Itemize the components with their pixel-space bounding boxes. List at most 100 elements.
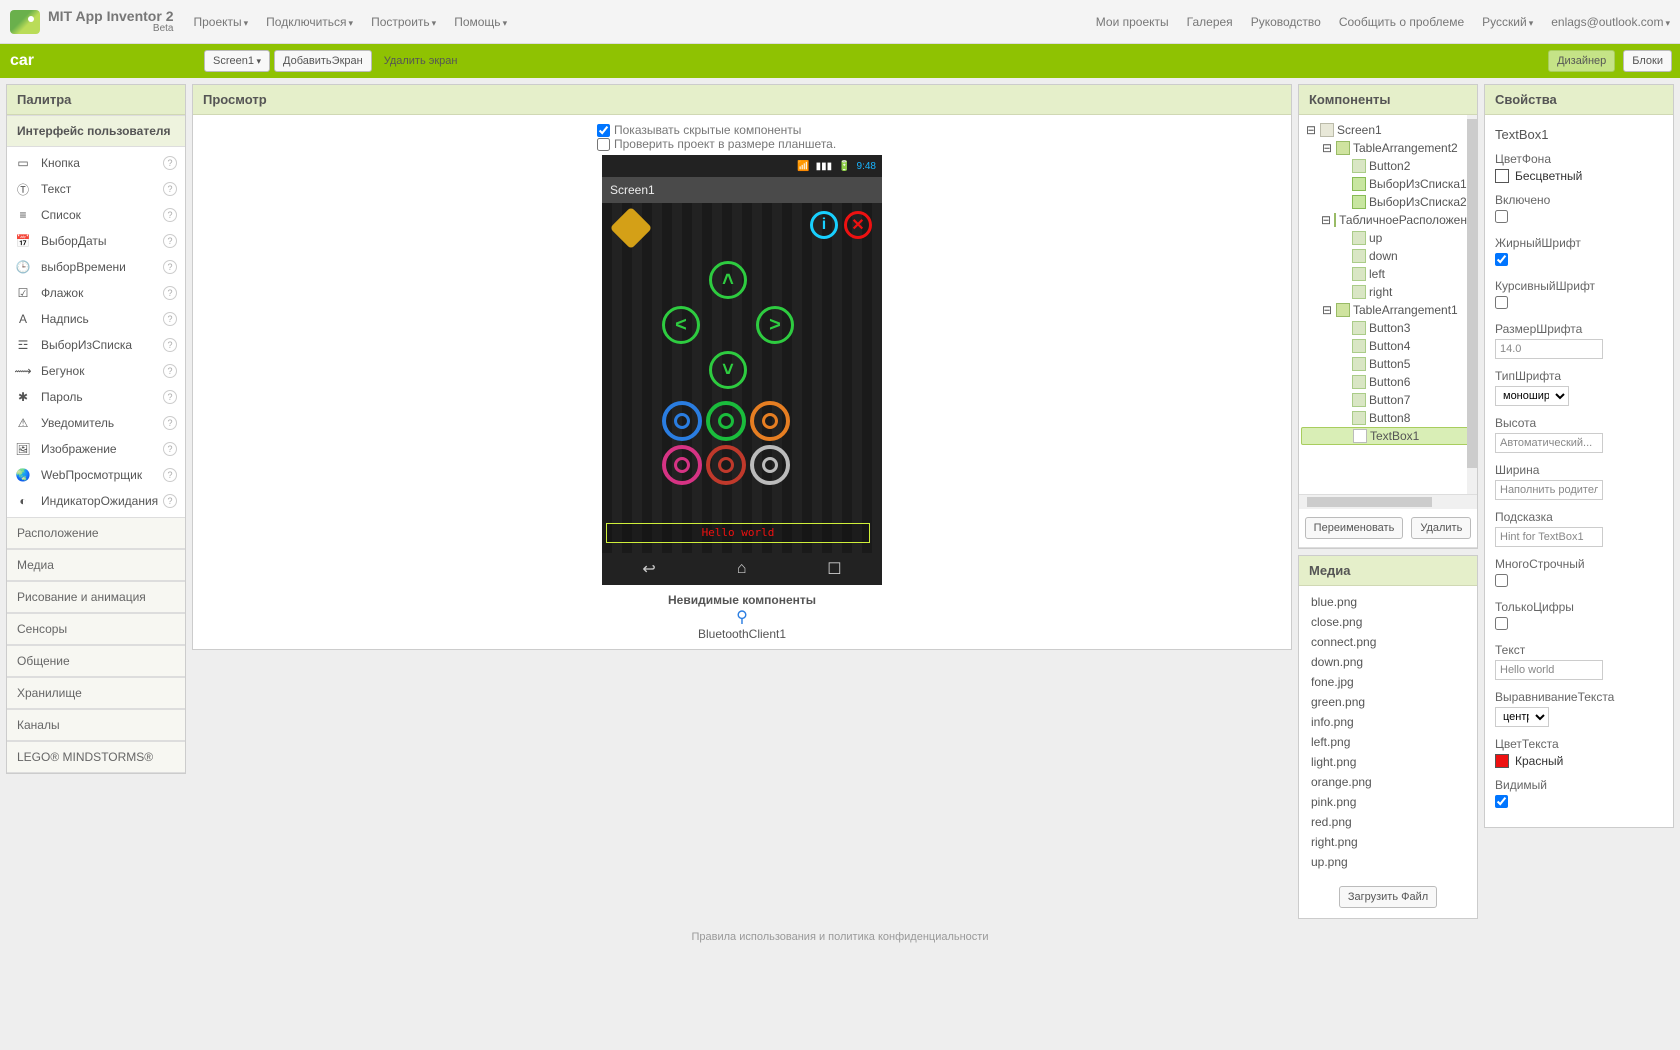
- palette-category-1[interactable]: Медиа: [7, 549, 185, 581]
- menu-report[interactable]: Сообщить о проблеме: [1339, 15, 1464, 29]
- connect-button-preview[interactable]: [610, 207, 652, 249]
- down-button-preview[interactable]: ˅: [709, 351, 747, 389]
- right-button-preview[interactable]: ˃: [756, 306, 794, 344]
- media-file-3[interactable]: down.png: [1311, 652, 1465, 672]
- palette-item-2[interactable]: ≡Список?: [7, 202, 185, 228]
- tree-node-5[interactable]: ⊟ТабличноеРасположение1: [1301, 211, 1475, 229]
- palette-category-5[interactable]: Хранилище: [7, 677, 185, 709]
- help-icon[interactable]: ?: [163, 390, 177, 404]
- screen-select[interactable]: Screen1: [204, 50, 270, 72]
- palette-item-0[interactable]: ▭Кнопка?: [7, 150, 185, 176]
- help-icon[interactable]: ?: [163, 182, 177, 196]
- remove-screen-button[interactable]: Удалить экран: [376, 51, 466, 71]
- palette-item-11[interactable]: 🖼Изображение?: [7, 436, 185, 462]
- prop-bgcolor-value[interactable]: Бесцветный: [1495, 169, 1663, 183]
- color-blue-preview[interactable]: [662, 401, 702, 441]
- footer[interactable]: Правила использования и политика конфиде…: [0, 925, 1680, 949]
- menu-help[interactable]: Помощь▾: [454, 15, 507, 29]
- tree-node-7[interactable]: down: [1301, 247, 1475, 265]
- tree-node-6[interactable]: up: [1301, 229, 1475, 247]
- tree-node-4[interactable]: ВыборИзСписка2: [1301, 193, 1475, 211]
- menu-guide[interactable]: Руководство: [1251, 15, 1321, 29]
- help-icon[interactable]: ?: [163, 208, 177, 222]
- help-icon[interactable]: ?: [163, 442, 177, 456]
- prop-bold-checkbox[interactable]: [1495, 253, 1508, 266]
- palette-category-0[interactable]: Расположение: [7, 517, 185, 549]
- menu-account[interactable]: enlags@outlook.com▾: [1551, 15, 1670, 29]
- media-file-12[interactable]: right.png: [1311, 832, 1465, 852]
- help-icon[interactable]: ?: [163, 156, 177, 170]
- palette-item-4[interactable]: 🕒выборВремени?: [7, 254, 185, 280]
- menu-my-projects[interactable]: Мои проекты: [1096, 15, 1169, 29]
- color-pink-preview[interactable]: [662, 445, 702, 485]
- menu-connect[interactable]: Подключиться▾: [266, 15, 353, 29]
- help-icon[interactable]: ?: [163, 338, 177, 352]
- help-icon[interactable]: ?: [163, 260, 177, 274]
- tree-node-9[interactable]: right: [1301, 283, 1475, 301]
- blocks-tab[interactable]: Блоки: [1623, 50, 1672, 72]
- help-icon[interactable]: ?: [163, 286, 177, 300]
- prop-numbers-checkbox[interactable]: [1495, 617, 1508, 630]
- components-tree[interactable]: ⊟Screen1⊟TableArrangement2Button2ВыборИз…: [1299, 115, 1477, 494]
- tree-node-3[interactable]: ВыборИзСписка1: [1301, 175, 1475, 193]
- add-screen-button[interactable]: ДобавитьЭкран: [274, 50, 372, 72]
- tree-toggle-icon[interactable]: ⊟: [1321, 213, 1331, 227]
- prop-textcolor-value[interactable]: Красный: [1495, 754, 1663, 768]
- help-icon[interactable]: ?: [163, 494, 177, 508]
- tree-node-10[interactable]: ⊟TableArrangement1: [1301, 301, 1475, 319]
- info-button-preview[interactable]: i: [810, 211, 838, 239]
- prop-italic-checkbox[interactable]: [1495, 296, 1508, 309]
- up-button-preview[interactable]: ˄: [709, 261, 747, 299]
- tree-node-0[interactable]: ⊟Screen1: [1301, 121, 1475, 139]
- tree-node-11[interactable]: Button3: [1301, 319, 1475, 337]
- media-file-7[interactable]: left.png: [1311, 732, 1465, 752]
- color-white-preview[interactable]: [750, 445, 790, 485]
- color-red-preview[interactable]: [706, 445, 746, 485]
- tree-node-12[interactable]: Button4: [1301, 337, 1475, 355]
- designer-tab[interactable]: Дизайнер: [1548, 50, 1615, 72]
- tree-h-scrollbar[interactable]: [1299, 495, 1477, 509]
- tree-toggle-icon[interactable]: ⊟: [1305, 123, 1317, 137]
- menu-language[interactable]: Русский▾: [1482, 15, 1533, 29]
- palette-category-7[interactable]: LEGO® MINDSTORMS®: [7, 741, 185, 773]
- media-file-10[interactable]: pink.png: [1311, 792, 1465, 812]
- media-file-6[interactable]: info.png: [1311, 712, 1465, 732]
- help-icon[interactable]: ?: [163, 416, 177, 430]
- tree-node-2[interactable]: Button2: [1301, 157, 1475, 175]
- help-icon[interactable]: ?: [163, 312, 177, 326]
- tree-node-13[interactable]: Button5: [1301, 355, 1475, 373]
- palette-item-12[interactable]: 🌏WebПросмотрщик?: [7, 462, 185, 488]
- close-button-preview[interactable]: ✕: [844, 211, 872, 239]
- palette-item-9[interactable]: ✱Пароль?: [7, 384, 185, 410]
- prop-align-select[interactable]: центр: [1495, 707, 1549, 727]
- prop-height-input[interactable]: [1495, 433, 1603, 453]
- palette-item-10[interactable]: ⚠Уведомитель?: [7, 410, 185, 436]
- media-file-13[interactable]: up.png: [1311, 852, 1465, 872]
- prop-multiline-checkbox[interactable]: [1495, 574, 1508, 587]
- prop-width-input[interactable]: [1495, 480, 1603, 500]
- media-file-9[interactable]: orange.png: [1311, 772, 1465, 792]
- textbox-preview[interactable]: Hello world: [606, 523, 870, 543]
- prop-hint-input[interactable]: [1495, 527, 1603, 547]
- color-green-preview[interactable]: [706, 401, 746, 441]
- prop-visible-checkbox[interactable]: [1495, 795, 1508, 808]
- show-hidden-checkbox[interactable]: [597, 124, 610, 137]
- prop-fontsize-input[interactable]: [1495, 339, 1603, 359]
- tree-node-16[interactable]: Button8: [1301, 409, 1475, 427]
- tree-v-scrollbar[interactable]: [1467, 115, 1477, 494]
- media-file-4[interactable]: fone.jpg: [1311, 672, 1465, 692]
- help-icon[interactable]: ?: [163, 234, 177, 248]
- menu-build[interactable]: Построить▾: [371, 15, 436, 29]
- palette-category-3[interactable]: Сенсоры: [7, 613, 185, 645]
- bluetooth-client-label[interactable]: BluetoothClient1: [698, 627, 786, 641]
- tree-node-1[interactable]: ⊟TableArrangement2: [1301, 139, 1475, 157]
- tree-node-8[interactable]: left: [1301, 265, 1475, 283]
- menu-projects[interactable]: Проекты▾: [193, 15, 248, 29]
- media-file-8[interactable]: light.png: [1311, 752, 1465, 772]
- media-file-1[interactable]: close.png: [1311, 612, 1465, 632]
- palette-category-ui[interactable]: Интерфейс пользователя: [7, 115, 185, 147]
- tree-node-14[interactable]: Button6: [1301, 373, 1475, 391]
- prop-enabled-checkbox[interactable]: [1495, 210, 1508, 223]
- tree-toggle-icon[interactable]: ⊟: [1321, 141, 1333, 155]
- media-file-2[interactable]: connect.png: [1311, 632, 1465, 652]
